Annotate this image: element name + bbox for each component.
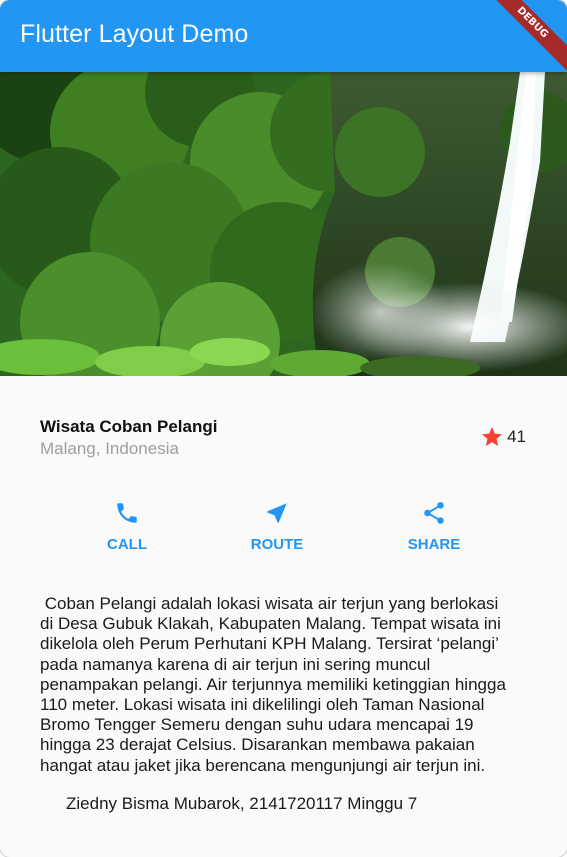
call-label: CALL: [107, 536, 147, 553]
author-credit: Ziedny Bisma Mubarok, 2141720117 Minggu …: [66, 794, 418, 813]
place-location: Malang, Indonesia: [40, 439, 179, 458]
app-bar: Flutter Layout Demo: [0, 0, 567, 72]
share-icon: [424, 502, 444, 524]
route-label: ROUTE: [250, 536, 304, 553]
waterfall-photo-illustration: [0, 72, 567, 376]
share-label: SHARE: [407, 536, 461, 553]
app-bar-title: Flutter Layout Demo: [20, 20, 249, 48]
waterfall-photo: [0, 72, 567, 376]
rating: 41: [480, 425, 526, 449]
action-buttons-row: CALL ROUTE SHARE: [40, 500, 527, 560]
title-section: Wisata Coban Pelangi Malang, Indonesia 4…: [40, 417, 527, 461]
phone-icon: [117, 503, 137, 523]
star-icon: [482, 427, 503, 446]
rating-count: 41: [507, 427, 526, 446]
app-window: Flutter Layout Demo DEBUG Wisata Coban P…: [0, 0, 567, 857]
near-me-icon: [267, 503, 287, 523]
call-button[interactable]: CALL: [72, 500, 182, 553]
place-title: Wisata Coban Pelangi: [40, 417, 218, 436]
route-button[interactable]: ROUTE: [222, 500, 332, 553]
description-text: Coban Pelangi adalah lokasi wisata air t…: [40, 594, 506, 775]
share-button[interactable]: SHARE: [379, 500, 489, 553]
